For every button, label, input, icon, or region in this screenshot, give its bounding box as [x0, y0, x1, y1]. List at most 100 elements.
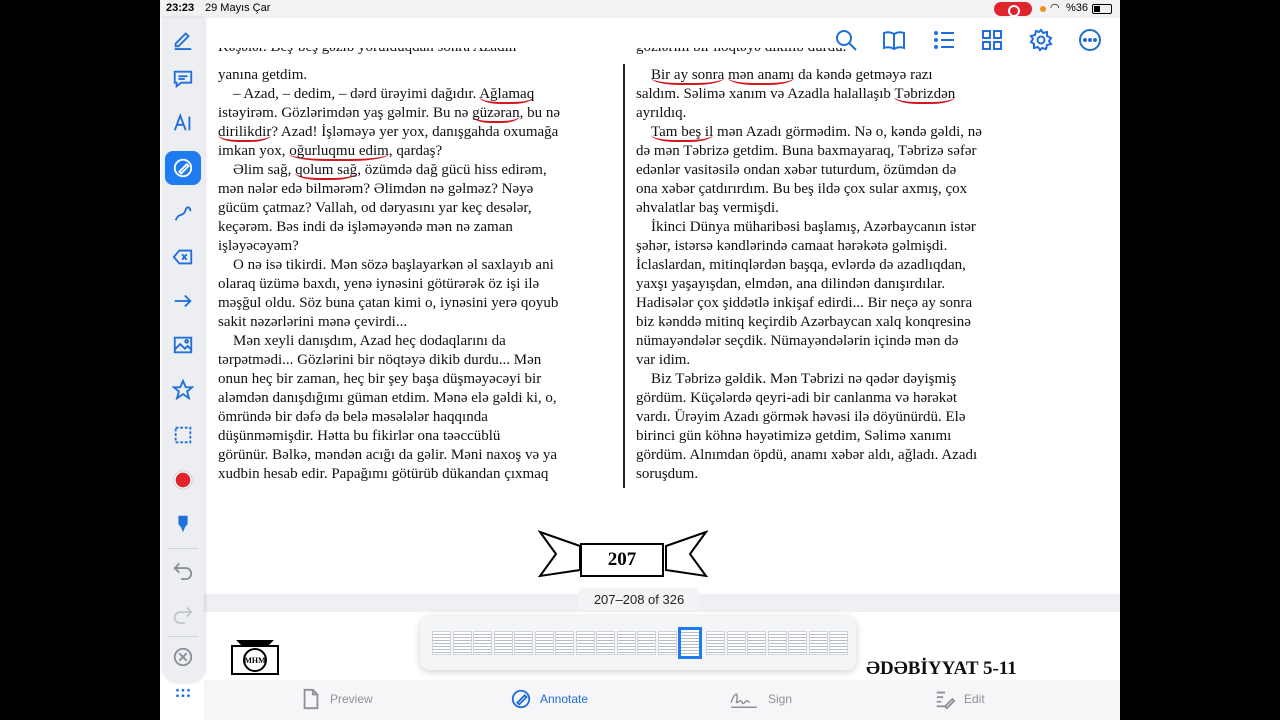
ink-underline-annotation[interactable]: oğurluqmu edim [289, 143, 389, 161]
page-thumbnail[interactable] [555, 631, 574, 655]
page-number: 207 [580, 543, 664, 577]
text-line: var idim. [636, 352, 691, 368]
text-line: ayrıldıq. [636, 105, 687, 121]
page-thumbnail[interactable] [596, 631, 615, 655]
page-thumbnail[interactable] [726, 631, 746, 655]
comment-icon[interactable] [165, 62, 201, 96]
status-time: 23:23 [166, 2, 195, 14]
color-icon[interactable] [165, 463, 201, 497]
eraser-icon[interactable] [165, 240, 201, 274]
ink-underline-annotation[interactable]: qolum sağ [295, 162, 358, 180]
text-line: – Azad, – dedim, – dərd ürəyimi dağıdır.… [218, 86, 535, 104]
page-thumbnail[interactable] [534, 631, 554, 655]
screen-recording-icon[interactable] [994, 2, 1032, 17]
page-thumbnail[interactable] [575, 631, 595, 655]
page-thumbnail[interactable] [514, 631, 533, 655]
ink-underline-annotation[interactable]: dirilikdir [218, 124, 272, 142]
arrow-icon[interactable] [165, 284, 201, 318]
text-line: məşğul oldu. Söz buna çatan kimi o, iynə… [218, 295, 559, 311]
wifi-icon: ◠ [1050, 2, 1060, 14]
annotate-mode-label: Annotate [540, 692, 589, 706]
ink-underline-annotation[interactable]: Təbrizdən [894, 86, 956, 104]
text-line: vardı. Ürəyim Azadı görmək həvəsi ilə dö… [636, 409, 966, 425]
text-icon[interactable] [165, 106, 201, 140]
text-line: gördüm. Alnımdan öpdü, anamı xəbər aldı,… [636, 447, 978, 463]
star-icon[interactable] [165, 373, 201, 407]
page-thumbnail[interactable] [473, 631, 492, 655]
ipad-screen: 23:23 29 Mayıs Çar ◠ %36 yanına getdim. … [160, 0, 1120, 720]
page-thumbnail[interactable] [747, 631, 766, 655]
sign-mode-label: Sign [768, 692, 793, 706]
text-line: onun heç bir zaman, heç bir şey başa düş… [218, 371, 542, 387]
page-thumbnail[interactable] [829, 631, 848, 655]
text-line: imkan yox, oğurluqmu edim, qardaş? [218, 143, 443, 161]
sign-mode-button[interactable]: Sign [728, 688, 792, 710]
mode-bar: Preview Annotate Sign Edit [204, 680, 1120, 720]
marker-icon[interactable] [165, 507, 201, 541]
close-icon[interactable] [165, 640, 201, 674]
page-thumbnail[interactable] [657, 631, 677, 655]
status-bar: 23:23 29 Mayıs Çar ◠ %36 [160, 0, 1120, 18]
text-line: Biz Təbrizə gəldik. Mən Təbrizi nə qədər… [636, 371, 957, 387]
page-thumbnail-scrubber[interactable] [420, 616, 856, 670]
mic-indicator-icon [1040, 6, 1046, 12]
partial-line-text: gözlərim bir nöqtəyə dikilib durdu. [636, 48, 1028, 57]
partial-line: gözlərim bir nöqtəyə dikilib durdu. [636, 48, 1028, 58]
toolbar-divider [168, 548, 198, 549]
text-line: aləmdən danışdığımı güman etdim. Mənə el… [218, 390, 557, 406]
undo-icon[interactable] [165, 552, 201, 586]
battery-icon [1092, 4, 1112, 14]
page-thumbnail[interactable] [616, 631, 636, 655]
selection-icon[interactable] [165, 418, 201, 452]
text-line: İclaslardan, mitinqlərdən başqa, evlərdə… [636, 257, 966, 273]
ink-underline-annotation[interactable]: güzəran [472, 105, 520, 123]
text-line: düşünməmişdir. Hətta bu fikirlər ona təə… [218, 428, 501, 444]
preview-mode-button[interactable]: Preview [300, 688, 373, 710]
column-divider [623, 64, 625, 488]
edit-mode-label: Edit [964, 692, 985, 706]
image-icon[interactable] [165, 328, 201, 362]
page-thumbnail[interactable] [452, 631, 472, 655]
pencil-icon[interactable] [165, 22, 201, 56]
page-thumbnail[interactable] [432, 631, 451, 655]
text-line: yanına getdim. [218, 67, 308, 83]
page-thumbnail[interactable] [493, 631, 513, 655]
text-line: Əlim sağ, qolum sağ, özümdə dağ gücü his… [218, 162, 547, 180]
page-thumbnail[interactable] [767, 631, 787, 655]
page-thumbnail[interactable] [808, 631, 828, 655]
page-thumbnail[interactable] [788, 631, 807, 655]
pen-icon[interactable] [165, 196, 201, 230]
text-line: Hadisələr çox şiddətlə inkişaf edirdi...… [636, 295, 973, 311]
text-line: tərpətmədi... Gözlərini bir nöqtəyə diki… [218, 352, 542, 368]
highlighter-icon[interactable] [165, 151, 201, 185]
text-line: edənlər vasitəsilə ondan xəbər tuturdum,… [636, 162, 957, 178]
text-line: sakit nəzərlərini mənə çevirdi... [218, 314, 408, 330]
preview-mode-label: Preview [330, 692, 373, 706]
gear-icon[interactable] [1029, 28, 1055, 54]
ink-underline-annotation[interactable]: Ağlamaq [479, 86, 535, 104]
edit-icon [936, 691, 956, 710]
footer-title: ƏDƏBİYYAT 5-11 [866, 658, 1017, 679]
page-thumbnail[interactable] [637, 631, 656, 655]
more-icon[interactable] [1078, 28, 1104, 54]
text-line: birinci gün köhnə həyətimizə getdim, Səl… [636, 428, 952, 444]
text-line: yaxşı yaşayışdan, elmdən, ana dilindən d… [636, 276, 946, 292]
annotate-mode-button[interactable]: Annotate [510, 688, 588, 710]
ink-underline-annotation[interactable]: Tam beş il [651, 124, 714, 142]
signature-icon [730, 693, 757, 708]
ink-underline-annotation[interactable]: Bir ay sonra [651, 67, 725, 85]
text-line: nümayəndələr seçdik. Nümayəndələrin için… [636, 333, 959, 349]
redo-icon[interactable] [165, 596, 201, 630]
edit-mode-button[interactable]: Edit [934, 688, 985, 710]
page-thumbnail[interactable] [706, 631, 725, 655]
status-date: 29 Mayıs Çar [205, 2, 271, 14]
text-line: O nə isə tikirdi. Mən sözə başlayarkən ə… [218, 257, 554, 273]
left-page-text: Kəşələr. Beş-beş gəzib yorulduqdan sonra… [218, 48, 606, 484]
page-count-label: 207–208 of 326 [578, 588, 700, 610]
ink-underline-annotation[interactable]: mən anamı [728, 67, 795, 85]
text-line: görünür. Bəlkə, məndən acığı da gəlir. M… [218, 447, 558, 463]
text-line: Mən xeyli danışdım, Azad heç dodaqlarını… [218, 333, 506, 349]
thumbnail-selected[interactable] [678, 627, 702, 659]
more-tools-icon[interactable] [165, 676, 201, 710]
annotate-icon [511, 689, 531, 709]
